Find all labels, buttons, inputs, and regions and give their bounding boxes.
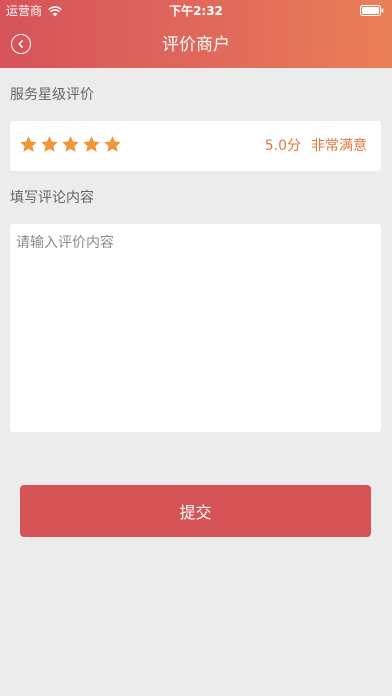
star-filled-icon[interactable] bbox=[82, 135, 101, 154]
star-filled-icon[interactable] bbox=[19, 135, 38, 154]
app-header: 运营商 下午2:32 评价商户 bbox=[0, 0, 392, 68]
navigation-bar: 评价商户 bbox=[0, 22, 392, 68]
submit-button[interactable]: 提交 bbox=[20, 485, 371, 537]
comment-section-label: 填写评论内容 bbox=[10, 190, 94, 206]
page-title: 评价商户 bbox=[162, 35, 230, 55]
rating-section-label: 服务星级评价 bbox=[10, 87, 94, 103]
star-filled-icon[interactable] bbox=[40, 135, 59, 154]
status-bar: 运营商 下午2:32 bbox=[0, 0, 392, 22]
star-filled-icon[interactable] bbox=[103, 135, 122, 154]
status-time: 下午2:32 bbox=[169, 4, 223, 18]
rating-card: 5.0分 非常满意 bbox=[10, 121, 381, 171]
rating-satisfaction: 非常满意 bbox=[311, 138, 367, 154]
star-rating[interactable] bbox=[19, 135, 124, 154]
battery-icon bbox=[360, 5, 384, 16]
rating-score: 5.0分 bbox=[264, 138, 301, 154]
comment-input[interactable] bbox=[10, 224, 381, 432]
rating-summary: 5.0分 非常满意 bbox=[265, 121, 367, 171]
star-filled-icon[interactable] bbox=[61, 135, 80, 154]
